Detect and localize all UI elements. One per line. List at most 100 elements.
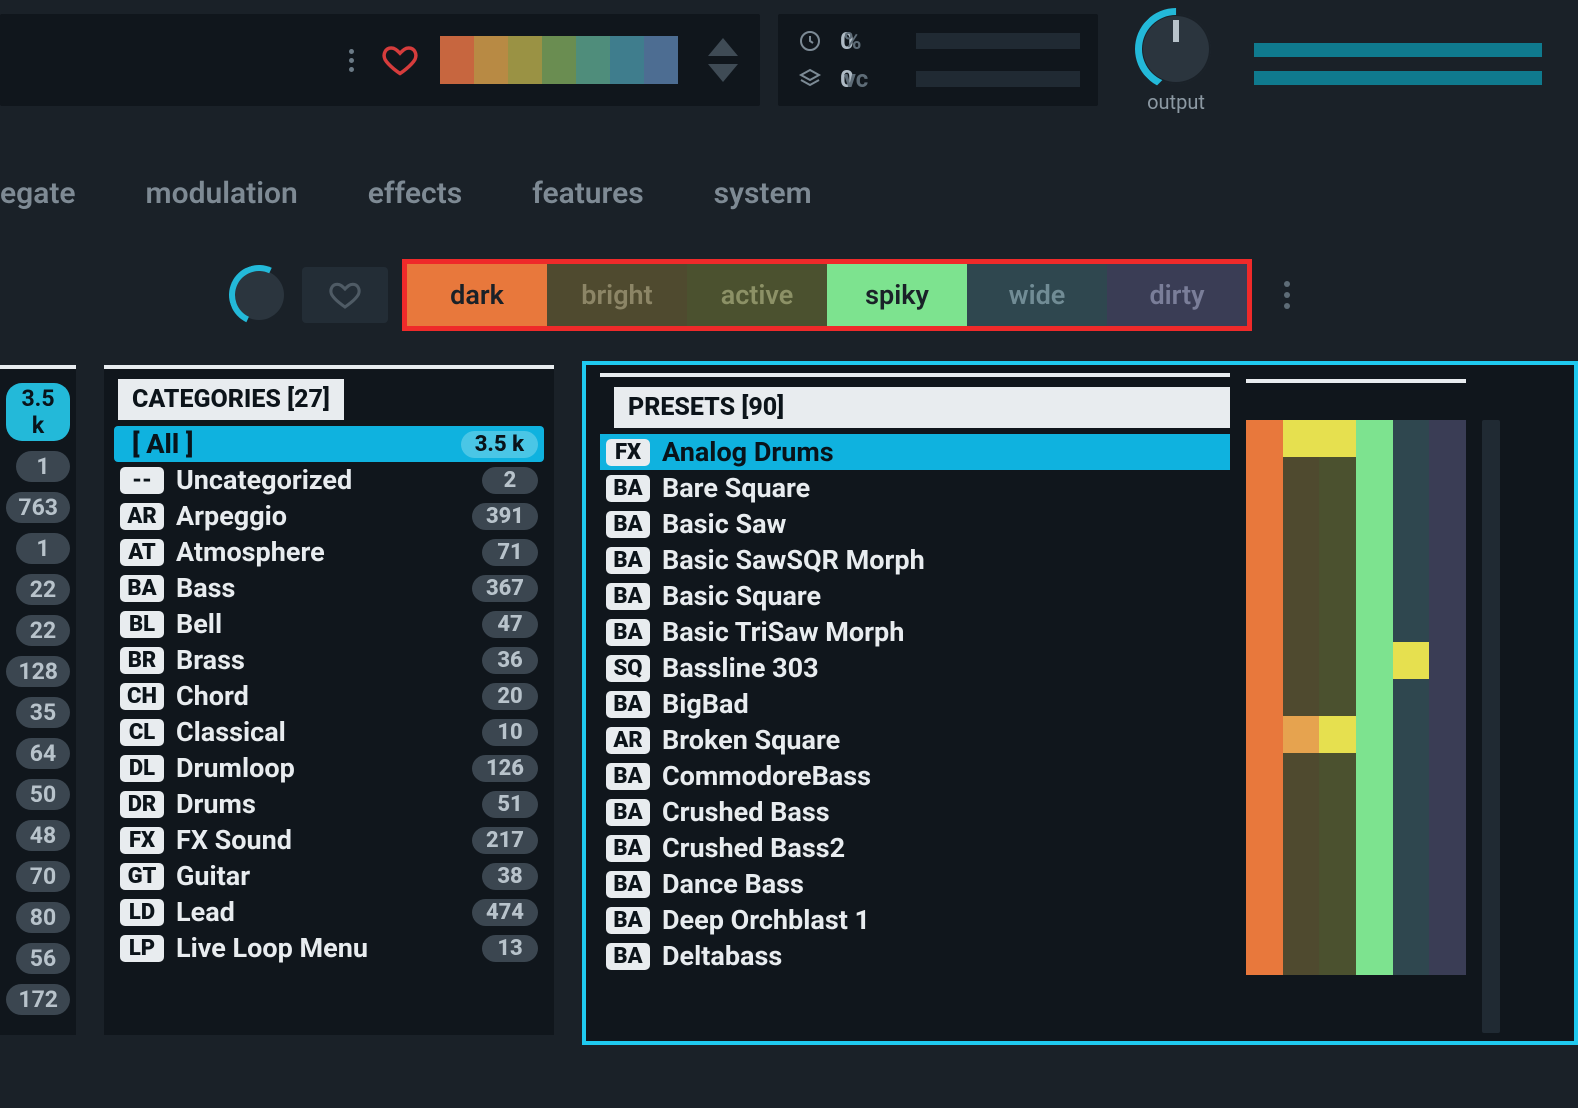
preset-color-strip [440,36,678,84]
category-row[interactable]: CLClassical10 [114,714,544,750]
category-label: Drumloop [176,752,460,784]
preset-row[interactable]: BACrushed Bass2 [600,830,1230,866]
category-code-badge: CH [120,683,164,710]
bank-count[interactable]: 128 [6,656,70,687]
category-label: Brass [176,644,470,676]
preset-row[interactable]: BABasic Square [600,578,1230,614]
category-row[interactable]: BABass367 [114,570,544,606]
stats-panel: 0% 0vc [778,14,1098,106]
tag-wide[interactable]: wide [967,264,1107,326]
category-count: 71 [482,539,538,566]
category-row[interactable]: FXFX Sound217 [114,822,544,858]
nav-tab-effects[interactable]: effects [368,176,462,211]
bank-count[interactable]: 35 [16,697,70,728]
bank-count[interactable]: 3.5 k [6,383,70,441]
preset-row[interactable]: BABare Square [600,470,1230,506]
bank-count[interactable]: 80 [16,902,70,933]
tag-dirty[interactable]: dirty [1107,264,1247,326]
cpu-bar [916,33,1080,49]
chevron-up-icon[interactable] [708,38,738,56]
presets-scrollbar[interactable] [1482,420,1500,1033]
bank-count[interactable]: 763 [6,492,70,523]
bank-count[interactable]: 172 [6,984,70,1015]
presets-panel: PRESETS [90] FXAnalog DrumsBABare Square… [582,361,1578,1045]
drag-handle-icon[interactable] [349,49,360,72]
category-row[interactable]: GTGuitar38 [114,858,544,894]
category-count: 20 [482,683,538,710]
nav-tab-features[interactable]: features [532,176,643,211]
preset-row[interactable]: BACrushed Bass [600,794,1230,830]
output-panel: output [1116,14,1236,114]
tag-dark[interactable]: dark [407,264,547,326]
nav-tab-egate[interactable]: egate [0,176,76,211]
preset-row[interactable]: FXAnalog Drums [600,434,1230,470]
tag-spiky[interactable]: spiky [827,264,967,326]
favorites-filter-button[interactable] [302,267,388,323]
bank-count[interactable]: 1 [16,533,70,564]
category-row[interactable]: LDLead474 [114,894,544,930]
category-row[interactable]: ARArpeggio391 [114,498,544,534]
preset-code-badge: AR [606,727,650,754]
preset-label: Bassline 303 [662,652,819,684]
bank-count[interactable]: 50 [16,779,70,810]
nav-tab-modulation[interactable]: modulation [146,176,298,211]
category-count: 10 [482,719,538,746]
preset-code-badge: BA [606,763,650,790]
category-code-badge: BR [120,647,164,674]
category-row[interactable]: DRDrums51 [114,786,544,822]
category-code-badge: FX [120,827,164,854]
preset-row[interactable]: BADeltabass [600,938,1230,974]
preset-row[interactable]: BADeep Orchblast 1 [600,902,1230,938]
nav-tab-system[interactable]: system [714,176,812,211]
preset-row[interactable]: BA CommodoreBass [600,758,1230,794]
bank-count[interactable]: 64 [16,738,70,769]
favorite-button[interactable] [378,40,422,80]
preset-label: CommodoreBass [662,760,871,792]
output-meters [1254,14,1578,114]
preset-row[interactable]: BABasic SawSQR Morph [600,542,1230,578]
category-row[interactable]: CHChord20 [114,678,544,714]
category-row[interactable]: --Uncategorized2 [114,462,544,498]
preset-row[interactable]: SQ Bassline 303 [600,650,1230,686]
output-label: output [1147,90,1205,114]
preset-code-badge: BA [606,511,650,538]
category-label: Lead [176,896,460,928]
category-count: 217 [472,827,538,854]
preset-code-badge: SQ [606,655,650,682]
tag-active[interactable]: active [687,264,827,326]
preset-row[interactable]: BABasic Saw [600,506,1230,542]
bank-count[interactable]: 56 [16,943,70,974]
category-count: 126 [472,755,538,782]
category-row[interactable]: BLBell47 [114,606,544,642]
preset-row[interactable]: BABasic TriSaw Morph [600,614,1230,650]
preset-row[interactable]: BADance Bass [600,866,1230,902]
bank-count[interactable]: 48 [16,820,70,851]
output-knob[interactable] [1141,14,1211,84]
bank-count[interactable]: 1 [16,451,70,482]
preset-label: Analog Drums [662,436,834,468]
bank-count[interactable]: 22 [16,574,70,605]
category-count: 51 [482,791,538,818]
filter-knob[interactable] [234,270,284,320]
preset-code-badge: BA [606,871,650,898]
tag-menu-button[interactable] [1284,281,1290,309]
category-row[interactable]: DLDrumloop126 [114,750,544,786]
category-row[interactable]: [ All ]3.5 k [114,426,544,462]
preset-row[interactable]: ARBroken Square [600,722,1230,758]
category-row[interactable]: BRBrass36 [114,642,544,678]
category-code-badge: DR [120,791,164,818]
category-label: Live Loop Menu [176,932,470,964]
preset-code-badge: BA [606,619,650,646]
bank-count[interactable]: 70 [16,861,70,892]
preset-label: Deep Orchblast 1 [662,904,870,936]
preset-stepper[interactable] [708,38,738,82]
category-row[interactable]: LPLive Loop Menu13 [114,930,544,966]
category-code-badge: BL [120,611,164,638]
preset-row[interactable]: BABigBad [600,686,1230,722]
category-code-badge: BA [120,575,164,602]
tag-bright[interactable]: bright [547,264,687,326]
bank-count[interactable]: 22 [16,615,70,646]
category-count: 47 [482,611,538,638]
chevron-down-icon[interactable] [708,64,738,82]
category-row[interactable]: ATAtmosphere71 [114,534,544,570]
